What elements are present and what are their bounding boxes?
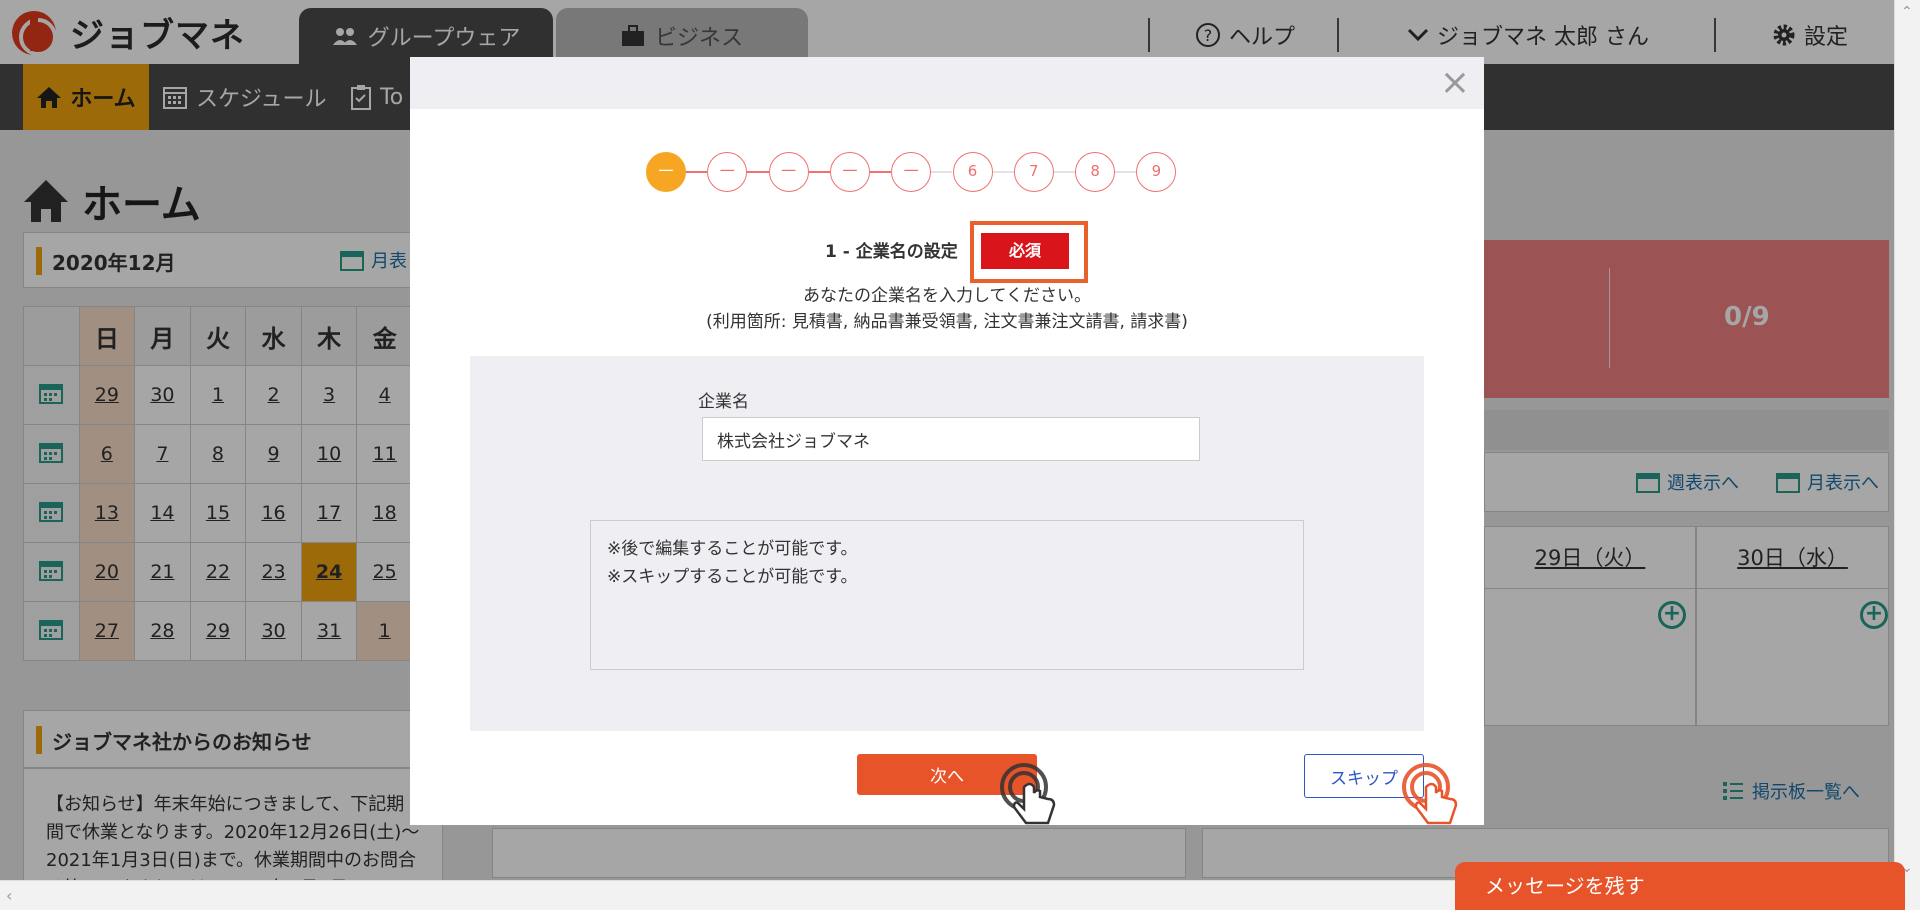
step-description: あなたの企業名を入力してください。 [803, 286, 1091, 306]
company-name-label: 企業名 [698, 392, 749, 412]
vertical-scrollbar[interactable]: ⌃ ⌄ [1894, 0, 1920, 910]
required-badge: 必須 [981, 233, 1069, 269]
step-title: 1 - 企業名の設定 [825, 242, 958, 262]
step-indicator: 一 [707, 152, 748, 192]
leave-message-button[interactable]: メッセージを残す [1455, 862, 1905, 910]
step-connector [1053, 171, 1076, 173]
form-area: 企業名 ※後で編集することが可能です。 ※スキップすることが可能です。 [470, 356, 1424, 731]
step-connector [808, 171, 830, 173]
step-indicator: 6 [952, 152, 993, 192]
notes-box: ※後で編集することが可能です。 ※スキップすることが可能です。 [590, 520, 1304, 670]
step-indicator: 一 [891, 152, 932, 192]
step-indicator: 9 [1136, 152, 1177, 192]
dialog-header: × [410, 57, 1484, 109]
scroll-left-icon[interactable]: ‹ [6, 886, 12, 905]
note-line: ※後で編集することが可能です。 [607, 539, 858, 559]
step-indicator: 7 [1013, 152, 1054, 192]
company-name-input[interactable] [702, 417, 1200, 461]
close-icon[interactable]: × [1440, 63, 1470, 103]
step-indicator: 一 [768, 152, 809, 192]
step-connector [869, 171, 892, 173]
step-indicator: 一 [646, 152, 686, 192]
tap-hand-icon [1000, 763, 1056, 825]
step-usage: (利用箇所: 見積書, 納品書兼受領書, 注文書兼注文請書, 請求書) [706, 312, 1188, 332]
setup-wizard-dialog: × 一一一一一6789 1 - 企業名の設定 必須 あなたの企業名を入力してくだ… [410, 57, 1484, 825]
step-indicator: 一 [829, 152, 870, 192]
scroll-up-icon[interactable]: ⌃ [1901, 4, 1913, 20]
step-indicator: 8 [1075, 152, 1116, 192]
step-connector [747, 171, 769, 173]
note-line: ※スキップすることが可能です。 [607, 567, 858, 587]
step-progress: 一一一一一6789 [646, 152, 1246, 192]
step-connector [931, 171, 953, 173]
step-connector [686, 171, 708, 173]
step-connector [992, 171, 1014, 173]
step-connector [1115, 171, 1137, 173]
tap-hand-icon [1402, 763, 1458, 825]
